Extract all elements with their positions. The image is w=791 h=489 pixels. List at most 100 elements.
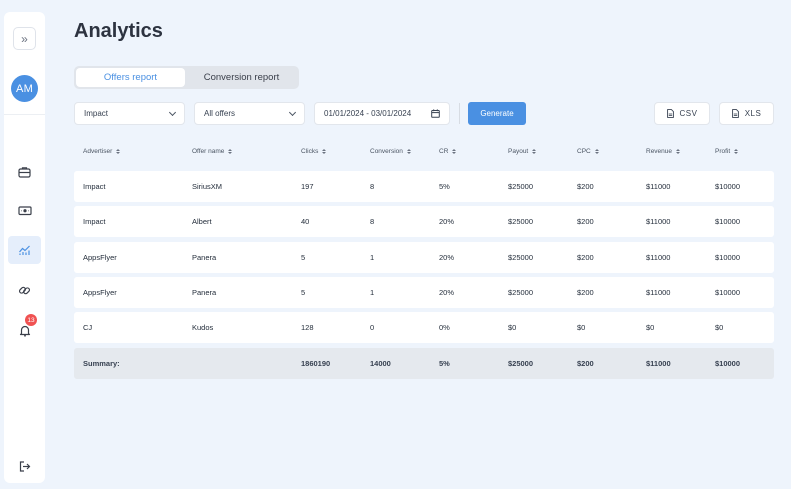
generate-button[interactable]: Generate <box>468 102 526 125</box>
column-header-cpc[interactable]: CPC <box>577 148 599 155</box>
advertiser-select[interactable]: Impact <box>74 102 185 125</box>
cell-conversion: 8 <box>370 217 375 226</box>
cell-cpc: $200 <box>577 217 594 226</box>
cell-profit: $10000 <box>715 182 741 191</box>
table-row[interactable]: AppsFlyer Panera 5 1 20% $25000 $200 $11… <box>74 277 774 308</box>
cell-payout: $25000 <box>508 288 534 297</box>
column-header-cr[interactable]: CR <box>439 148 457 155</box>
sort-icon <box>594 149 599 154</box>
cell-cpc: $200 <box>577 288 594 297</box>
cell-cr: 0% <box>439 323 450 332</box>
summary-cr: 5% <box>439 359 450 368</box>
cell-cr: 20% <box>439 217 455 226</box>
sidebar: » AM 13 <box>4 12 45 483</box>
double-chevron-right-icon: » <box>21 31 28 46</box>
column-label: Payout <box>508 148 529 155</box>
table-row[interactable]: Impact Albert 40 8 20% $25000 $200 $1100… <box>74 206 774 237</box>
cell-revenue: $0 <box>646 323 655 332</box>
logout-icon <box>19 460 30 472</box>
logout-button[interactable] <box>8 452 41 480</box>
cell-clicks: 5 <box>301 253 306 262</box>
date-range-value: 01/01/2024 - 03/01/2024 <box>324 109 412 118</box>
sidebar-item-links[interactable] <box>8 276 41 304</box>
sidebar-divider <box>4 114 45 115</box>
cell-clicks: 40 <box>301 217 310 226</box>
sort-icon <box>228 149 233 154</box>
column-header-offer-name[interactable]: Offer name <box>192 148 233 155</box>
column-label: Advertiser <box>83 148 113 155</box>
chevron-down-icon <box>168 108 177 116</box>
cell-cpc: $200 <box>577 253 594 262</box>
report-tabs: Offers report Conversion report <box>74 66 299 89</box>
column-header-conversion[interactable]: Conversion <box>370 148 411 155</box>
cell-profit: $0 <box>715 323 724 332</box>
offers-select-value: All offers <box>204 109 235 118</box>
cell-offer-name: Albert <box>192 217 212 226</box>
csv-label: CSV <box>679 109 698 118</box>
link-icon <box>18 286 31 294</box>
cell-conversion: 1 <box>370 253 375 262</box>
summary-cpc: $200 <box>577 359 594 368</box>
cell-offer-name: Panera <box>192 253 217 262</box>
cell-advertiser: AppsFlyer <box>83 253 117 262</box>
sidebar-item-payments[interactable] <box>8 196 41 224</box>
column-header-advertiser[interactable]: Advertiser <box>83 148 121 155</box>
cell-conversion: 0 <box>370 323 375 332</box>
calendar-icon <box>431 109 440 118</box>
cell-conversion: 1 <box>370 288 375 297</box>
column-header-profit[interactable]: Profit <box>715 148 739 155</box>
cell-advertiser: Impact <box>83 182 106 191</box>
sidebar-item-notifications[interactable]: 13 <box>8 314 41 344</box>
column-label: Conversion <box>370 148 403 155</box>
tab-offers-report[interactable]: Offers report <box>76 68 185 87</box>
cell-cr: 20% <box>439 253 455 262</box>
file-icon <box>731 109 739 118</box>
table-row[interactable]: CJ Kudos 128 0 0% $0 $0 $0 $0 <box>74 312 774 343</box>
cell-advertiser: CJ <box>83 323 93 332</box>
summary-revenue: $11000 <box>646 359 671 368</box>
date-range-picker[interactable]: 01/01/2024 - 03/01/2024 <box>314 102 450 125</box>
page-title: Analytics <box>74 20 163 42</box>
column-label: Profit <box>715 148 731 155</box>
cell-advertiser: Impact <box>83 217 106 226</box>
avatar[interactable]: AM <box>11 75 38 102</box>
summary-clicks: 1860190 <box>301 359 331 368</box>
cell-profit: $10000 <box>715 253 741 262</box>
table-row[interactable]: AppsFlyer Panera 5 1 20% $25000 $200 $11… <box>74 242 774 273</box>
advertiser-select-value: Impact <box>84 109 109 118</box>
money-icon <box>17 205 32 215</box>
offers-select[interactable]: All offers <box>194 102 305 125</box>
sort-icon <box>452 149 457 154</box>
cell-cpc: $200 <box>577 182 594 191</box>
sort-icon <box>116 149 121 154</box>
cell-payout: $25000 <box>508 182 534 191</box>
summary-row: Summary: 1860190 14000 5% $25000 $200 $1… <box>74 348 774 379</box>
export-xls-button[interactable]: XLS <box>719 102 774 125</box>
cell-revenue: $11000 <box>646 182 671 191</box>
notification-badge: 13 <box>25 314 37 326</box>
sidebar-item-offers[interactable] <box>8 158 41 186</box>
sort-icon <box>406 149 411 154</box>
file-icon <box>666 109 674 118</box>
column-label: CR <box>439 148 449 155</box>
sidebar-item-analytics[interactable] <box>8 236 41 264</box>
cell-profit: $10000 <box>715 288 741 297</box>
tab-conversion-report[interactable]: Conversion report <box>186 68 297 87</box>
filter-divider <box>459 103 460 124</box>
column-header-clicks[interactable]: Clicks <box>301 148 327 155</box>
column-header-payout[interactable]: Payout <box>508 148 537 155</box>
sort-icon <box>734 149 739 154</box>
summary-profit: $10000 <box>715 359 741 368</box>
expand-sidebar-button[interactable]: » <box>13 27 36 50</box>
export-csv-button[interactable]: CSV <box>654 102 710 125</box>
sort-icon <box>322 149 327 154</box>
briefcase-icon <box>18 167 31 178</box>
table-row[interactable]: Impact SiriusXM 197 8 5% $25000 $200 $11… <box>74 171 774 202</box>
column-label: Revenue <box>646 148 673 155</box>
cell-clicks: 5 <box>301 288 306 297</box>
sort-icon <box>676 149 681 154</box>
cell-revenue: $11000 <box>646 217 671 226</box>
cell-offer-name: Panera <box>192 288 217 297</box>
column-header-revenue[interactable]: Revenue <box>646 148 681 155</box>
cell-cpc: $0 <box>577 323 586 332</box>
